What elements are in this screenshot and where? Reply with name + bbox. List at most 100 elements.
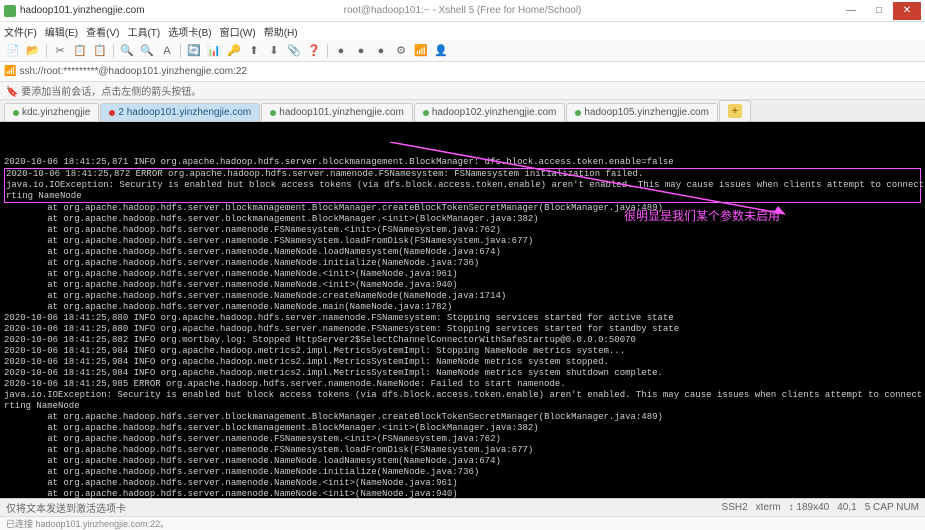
dot3-icon[interactable]: ●	[372, 42, 390, 60]
title-bar: hadoop101.yinzhengjie.com root@hadoop101…	[0, 0, 925, 22]
status-pos: 40,1	[837, 502, 856, 513]
zoom-out-icon[interactable]: 🔍	[138, 42, 156, 60]
terminal[interactable]: 很明显是我们某个参数未启用 2020-10-06 18:41:25,871 IN…	[0, 122, 925, 498]
status-dot-icon	[13, 110, 19, 116]
log-line: at org.apache.hadoop.hdfs.server.blockma…	[4, 203, 663, 213]
title-center: root@hadoop101:~ - Xshell 5 (Free for Ho…	[344, 5, 582, 16]
log-line: at org.apache.hadoop.hdfs.server.namenod…	[4, 456, 501, 466]
close-button[interactable]: ✕	[893, 2, 921, 20]
upload-icon[interactable]: ⬆	[245, 42, 263, 60]
window-buttons: — □ ✕	[837, 2, 921, 20]
tab-label: hadoop105.yinzhengjie.com	[584, 107, 709, 118]
title-host: hadoop101.yinzhengjie.com	[20, 5, 145, 16]
separator	[180, 44, 181, 58]
status-left: 仅将文本发送到激活选项卡	[6, 500, 126, 515]
log-line: at org.apache.hadoop.hdfs.server.namenod…	[4, 445, 533, 455]
log-line: at org.apache.hadoop.hdfs.server.namenod…	[4, 302, 452, 312]
log-line: at org.apache.hadoop.hdfs.server.namenod…	[4, 258, 479, 268]
stats-icon[interactable]: 📊	[205, 42, 223, 60]
dot2-icon[interactable]: ●	[352, 42, 370, 60]
tab-hadoop101[interactable]: hadoop101.yinzhengjie.com	[261, 103, 413, 121]
tab-kdc[interactable]: kdc.yinzhengjie	[4, 103, 99, 121]
tab-hadoop101-active[interactable]: 2 hadoop101.yinzhengjie.com	[100, 103, 260, 121]
log-line: java.io.IOException: Security is enabled…	[4, 390, 925, 411]
refresh-icon[interactable]: 🔄	[185, 42, 203, 60]
log-line: 2020-10-06 18:41:25,984 INFO org.apache.…	[4, 346, 625, 356]
dot1-icon[interactable]: ●	[332, 42, 350, 60]
log-line: at org.apache.hadoop.hdfs.server.namenod…	[4, 489, 458, 498]
link-bar: 🔖 要添加当前会话，点击左侧的箭头按钮。	[0, 82, 925, 100]
menu-edit[interactable]: 编辑(E)	[45, 24, 78, 39]
plus-icon: +	[728, 104, 742, 118]
menu-view[interactable]: 查看(V)	[86, 24, 119, 39]
app-icon	[4, 5, 16, 17]
menu-help[interactable]: 帮助(H)	[264, 24, 298, 39]
attach-icon[interactable]: 📎	[285, 42, 303, 60]
log-line: at org.apache.hadoop.hdfs.server.namenod…	[4, 478, 458, 488]
status-dot-icon	[270, 110, 276, 116]
maximize-button[interactable]: □	[865, 2, 893, 20]
address-text[interactable]: ssh://root:*********@hadoop101.yinzhengj…	[19, 66, 247, 77]
log-line: at org.apache.hadoop.hdfs.server.namenod…	[4, 247, 501, 257]
log-line: 2020-10-06 18:41:25,871 INFO org.apache.…	[4, 157, 674, 167]
separator	[113, 44, 114, 58]
status-dot-icon	[423, 110, 429, 116]
gear-icon[interactable]: ⚙	[392, 42, 410, 60]
tab-label: 2 hadoop101.yinzhengjie.com	[118, 107, 251, 118]
tab-new[interactable]: +	[719, 100, 751, 121]
paste-icon[interactable]: 📋	[91, 42, 109, 60]
status-ssh: SSH2	[722, 502, 748, 513]
menu-window[interactable]: 窗口(W)	[220, 24, 256, 39]
log-line: at org.apache.hadoop.hdfs.server.blockma…	[4, 412, 663, 422]
menu-file[interactable]: 文件(F)	[4, 24, 37, 39]
menu-tab[interactable]: 选项卡(B)	[168, 24, 211, 39]
menu-bar: 文件(F) 编辑(E) 查看(V) 工具(T) 选项卡(B) 窗口(W) 帮助(…	[0, 22, 925, 40]
status-size: ↕ 189x40	[789, 502, 830, 513]
separator	[46, 44, 47, 58]
zoom-in-icon[interactable]: 🔍	[118, 42, 136, 60]
font-icon[interactable]: A	[158, 42, 176, 60]
link-add-session[interactable]: 🔖 要添加当前会话，点击左侧的箭头按钮。	[6, 83, 201, 98]
help-icon[interactable]: ❓	[305, 42, 323, 60]
log-line: at org.apache.hadoop.hdfs.server.blockma…	[4, 423, 539, 433]
download-icon[interactable]: ⬇	[265, 42, 283, 60]
tab-bar: kdc.yinzhengjie 2 hadoop101.yinzhengjie.…	[0, 100, 925, 122]
log-line: 2020-10-06 18:41:25,880 INFO org.apache.…	[4, 324, 679, 334]
cut-icon[interactable]: ✂	[51, 42, 69, 60]
log-line: at org.apache.hadoop.hdfs.server.namenod…	[4, 434, 501, 444]
log-line: 2020-10-06 18:41:25,984 INFO org.apache.…	[4, 368, 663, 378]
user-icon[interactable]: 👤	[432, 42, 450, 60]
sub-status-text: 已连接 hadoop101.yinzhengjie.com:22。	[6, 517, 169, 530]
status-dot-icon	[109, 110, 115, 116]
log-line: at org.apache.hadoop.hdfs.server.namenod…	[4, 225, 501, 235]
tab-label: hadoop101.yinzhengjie.com	[279, 107, 404, 118]
status-sess: 5 CAP NUM	[865, 502, 919, 513]
tab-hadoop102[interactable]: hadoop102.yinzhengjie.com	[414, 103, 566, 121]
annotation-note: 很明显是我们某个参数未启用	[624, 211, 780, 222]
log-line: at org.apache.hadoop.hdfs.server.namenod…	[4, 280, 458, 290]
log-line: 2020-10-06 18:41:25,984 INFO org.apache.…	[4, 357, 609, 367]
open-icon[interactable]: 📂	[24, 42, 42, 60]
tab-label: hadoop102.yinzhengjie.com	[432, 107, 557, 118]
protocol-icon: 📶	[4, 66, 16, 77]
menu-tools[interactable]: 工具(T)	[127, 24, 160, 39]
address-bar: 📶 ssh://root:*********@hadoop101.yinzhen…	[0, 62, 925, 82]
tab-hadoop105[interactable]: hadoop105.yinzhengjie.com	[566, 103, 718, 121]
log-line: 2020-10-06 18:41:25,985 ERROR org.apache…	[4, 379, 566, 389]
sub-status-bar: 已连接 hadoop101.yinzhengjie.com:22。	[0, 516, 925, 530]
log-highlight: 2020-10-06 18:41:25,872 ERROR org.apache…	[4, 168, 921, 203]
log-line: at org.apache.hadoop.hdfs.server.namenod…	[4, 291, 506, 301]
log-line: at org.apache.hadoop.hdfs.server.blockma…	[4, 214, 539, 224]
separator	[327, 44, 328, 58]
log-line: at org.apache.hadoop.hdfs.server.namenod…	[4, 236, 533, 246]
key-icon[interactable]: 🔑	[225, 42, 243, 60]
status-term: xterm	[756, 502, 781, 513]
minimize-button[interactable]: —	[837, 2, 865, 20]
tab-label: kdc.yinzhengjie	[22, 107, 90, 118]
status-bar: 仅将文本发送到激活选项卡 SSH2 xterm ↕ 189x40 40,1 5 …	[0, 498, 925, 516]
toolbar: 📄 📂 ✂ 📋 📋 🔍 🔍 A 🔄 📊 🔑 ⬆ ⬇ 📎 ❓ ● ● ● ⚙ 📶 …	[0, 40, 925, 62]
copy-icon[interactable]: 📋	[71, 42, 89, 60]
signal-icon[interactable]: 📶	[412, 42, 430, 60]
log-line: 2020-10-06 18:41:25,880 INFO org.apache.…	[4, 313, 674, 323]
new-icon[interactable]: 📄	[4, 42, 22, 60]
